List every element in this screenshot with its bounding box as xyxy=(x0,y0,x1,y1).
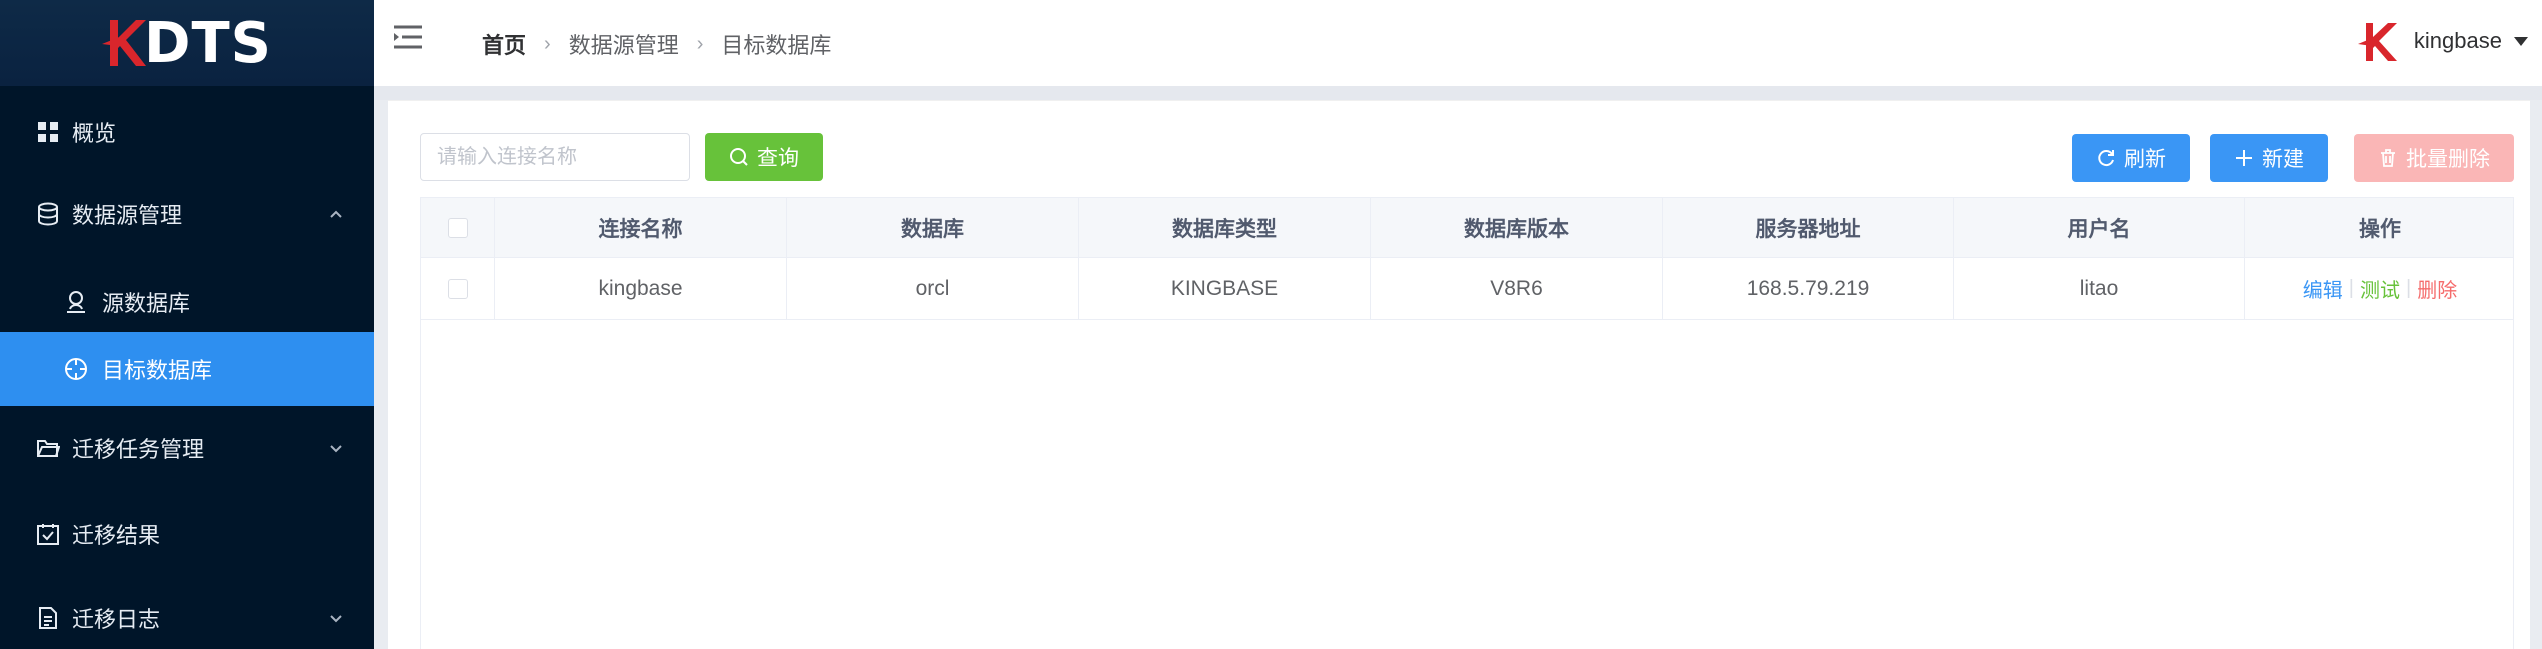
select-all-checkbox[interactable] xyxy=(447,217,468,238)
breadcrumb-current: 目标数据库 xyxy=(721,33,832,58)
check-calendar-icon xyxy=(34,520,62,548)
chevron-down-icon xyxy=(330,445,342,453)
target-icon xyxy=(62,355,90,383)
query-button[interactable]: 查询 xyxy=(705,133,823,181)
chevron-up-icon xyxy=(330,210,342,218)
sidebar-item-migration-results[interactable]: 迁移结果 xyxy=(0,506,374,562)
main-content-card: 查询 刷新 新建 批量删除 连接名称 数据库 数据库类型 数据库版本 服务器地址… xyxy=(388,100,2530,649)
cell-database: orcl xyxy=(787,258,1079,319)
sidebar-item-migration-tasks[interactable]: 迁移任务管理 xyxy=(0,420,374,476)
cell-server-address: 168.5.79.219 xyxy=(1663,258,1954,319)
app-logo-text: DTS xyxy=(143,10,272,76)
row-checkbox[interactable] xyxy=(447,278,468,299)
document-icon xyxy=(34,604,62,632)
column-header[interactable]: 数据库类型 xyxy=(1079,198,1371,257)
sidebar-item-label: 概览 xyxy=(72,121,117,146)
menu-toggle-icon[interactable] xyxy=(392,24,424,50)
top-header: 首页 › 数据源管理 › 目标数据库 kingbase xyxy=(374,0,2542,86)
test-link[interactable]: 测试 xyxy=(2360,274,2400,303)
user-icon xyxy=(62,288,90,316)
sidebar-item-label: 源数据库 xyxy=(102,291,191,316)
sidebar-item-label: 迁移日志 xyxy=(72,607,161,632)
action-divider: | xyxy=(2406,277,2412,299)
sidebar-item-label: 迁移任务管理 xyxy=(72,437,205,462)
breadcrumb-home[interactable]: 首页 xyxy=(482,28,526,60)
dashboard-icon xyxy=(34,118,62,146)
refresh-icon xyxy=(2098,150,2114,167)
user-name: kingbase xyxy=(2413,28,2502,53)
column-header[interactable]: 数据库版本 xyxy=(1371,198,1663,257)
sidebar-item-overview[interactable]: 概览 xyxy=(0,106,374,158)
sidebar-item-label: 迁移结果 xyxy=(72,523,161,548)
breadcrumb-separator-icon: › xyxy=(544,32,551,55)
target-db-table: 连接名称 数据库 数据库类型 数据库版本 服务器地址 用户名 操作 kingba… xyxy=(420,197,2514,649)
cell-database-type: KINGBASE xyxy=(1079,258,1371,319)
cell-username: litao xyxy=(1954,258,2245,319)
column-header[interactable]: 数据库 xyxy=(787,198,1079,257)
folder-icon xyxy=(34,434,62,462)
delete-link[interactable]: 删除 xyxy=(2417,274,2457,303)
cell-database-version: V8R6 xyxy=(1371,258,1663,319)
breadcrumb-separator-icon: › xyxy=(696,32,704,55)
table-header-row: 连接名称 数据库 数据库类型 数据库版本 服务器地址 用户名 操作 xyxy=(421,198,2513,258)
sidebar-item-target-db[interactable]: 目标数据库 xyxy=(0,332,374,406)
breadcrumb: 首页 › 数据源管理 › 目标数据库 xyxy=(482,28,831,60)
sidebar-item-label: 数据源管理 xyxy=(72,203,183,228)
user-menu[interactable]: kingbase xyxy=(2356,18,2542,64)
refresh-button[interactable]: 刷新 xyxy=(2072,134,2190,182)
header-divider xyxy=(374,86,2542,100)
sidebar-item-datasource[interactable]: 数据源管理 xyxy=(0,188,374,240)
app-logo[interactable]: DTS xyxy=(0,0,374,86)
cell-actions: 编辑 | 测试 | 删除 xyxy=(2245,258,2515,319)
database-icon xyxy=(34,200,62,228)
trash-icon xyxy=(2381,149,2395,167)
batch-delete-button-label: 批量删除 xyxy=(2406,148,2490,171)
k-logo-icon xyxy=(101,20,146,66)
caret-down-icon xyxy=(2514,36,2528,46)
column-header[interactable]: 服务器地址 xyxy=(1663,198,1954,257)
sidebar-item-label: 目标数据库 xyxy=(102,358,213,383)
column-header: 操作 xyxy=(2359,217,2401,241)
new-button-label: 新建 xyxy=(2262,148,2304,171)
new-button[interactable]: 新建 xyxy=(2210,134,2328,182)
plus-icon xyxy=(2236,150,2252,166)
search-input[interactable] xyxy=(420,133,690,181)
query-button-label: 查询 xyxy=(757,147,799,170)
batch-delete-button[interactable]: 批量删除 xyxy=(2354,134,2514,182)
chevron-down-icon xyxy=(330,615,342,623)
sidebar-item-source-db[interactable]: 源数据库 xyxy=(0,270,374,334)
column-header[interactable]: 用户名 xyxy=(1954,198,2245,257)
breadcrumb-datasource[interactable]: 数据源管理 xyxy=(569,28,679,60)
refresh-button-label: 刷新 xyxy=(2124,148,2166,171)
table-row: kingbase orcl KINGBASE V8R6 168.5.79.219… xyxy=(421,258,2513,320)
sidebar: DTS 概览 数据源管理 源数据库 目标数据库 迁移任务管理 迁移结果 迁移日志 xyxy=(0,0,374,649)
search-icon xyxy=(730,148,748,166)
edit-link[interactable]: 编辑 xyxy=(2303,274,2343,303)
cell-connection-name: kingbase xyxy=(495,258,787,319)
sidebar-item-migration-log[interactable]: 迁移日志 xyxy=(0,590,374,646)
header-checkbox-cell xyxy=(421,198,495,257)
column-header[interactable]: 连接名称 xyxy=(495,198,787,257)
row-checkbox-cell xyxy=(421,258,495,319)
user-avatar-logo-icon xyxy=(2357,23,2397,61)
action-divider: | xyxy=(2348,277,2354,299)
